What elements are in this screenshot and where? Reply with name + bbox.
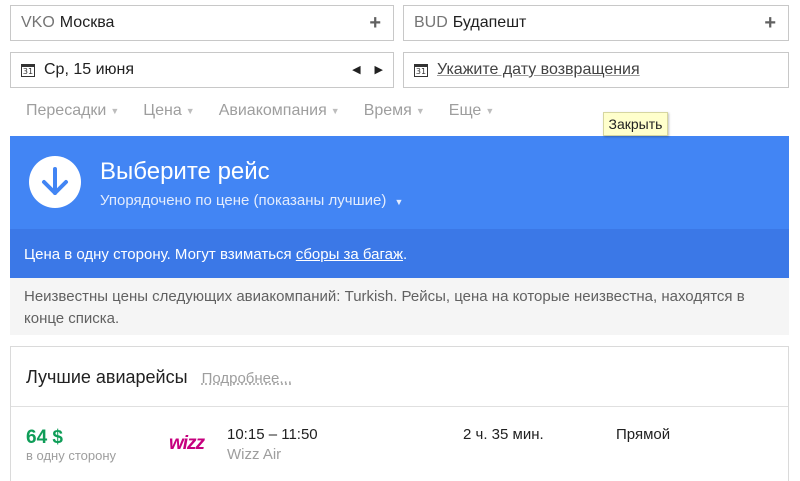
- flight-duration: 2 ч. 35 мин.: [463, 426, 544, 443]
- next-date-arrow-icon[interactable]: ▶: [375, 63, 383, 76]
- price-notice-text: Цена в одну сторону. Могут взиматься: [24, 246, 296, 263]
- caret-down-icon: ▼: [110, 106, 120, 116]
- caret-down-icon: ▼: [394, 197, 404, 207]
- banner-title: Выберите рейс: [100, 158, 270, 185]
- filter-airline[interactable]: Авиакомпания ▼: [219, 102, 340, 120]
- depart-date-field[interactable]: 31 Ср, 15 июня ◀ ▶: [10, 52, 394, 88]
- unknown-prices-notice: Неизвестны цены следующих авиакомпаний: …: [10, 278, 789, 335]
- filter-label: Цена: [143, 102, 182, 119]
- select-flight-banner: Выберите рейс Упорядочено по цене (показ…: [10, 136, 789, 229]
- down-arrow-circle-icon: [29, 156, 81, 208]
- filter-more[interactable]: Еще ▼: [449, 102, 494, 120]
- filter-label: Пересадки: [26, 102, 107, 119]
- add-destination-plus-icon[interactable]: +: [764, 12, 776, 35]
- airline-name: Wizz Air: [227, 446, 282, 463]
- filter-price[interactable]: Цена ▼: [143, 102, 194, 120]
- flight-stops: Прямой: [616, 426, 671, 443]
- prev-date-arrow-icon[interactable]: ◀: [352, 63, 360, 76]
- svg-text:wizz: wizz: [169, 433, 206, 454]
- calendar-icon: 31: [414, 63, 428, 77]
- best-flights-panel: Лучшие авиарейсы Подробнее... 64 $ в одн…: [10, 346, 789, 481]
- flight-times: 10:15 – 11:50: [227, 426, 318, 443]
- baggage-fees-link[interactable]: сборы за багаж: [296, 246, 403, 263]
- filter-time[interactable]: Время ▼: [364, 102, 425, 120]
- add-origin-plus-icon[interactable]: +: [369, 12, 381, 35]
- filter-bar: Пересадки ▼ Цена ▼ Авиакомпания ▼ Время …: [26, 102, 494, 120]
- calendar-icon: 31: [21, 63, 35, 77]
- return-date-placeholder[interactable]: Укажите дату возвращения: [437, 61, 640, 79]
- price-notice: Цена в одну сторону. Могут взиматься сбо…: [10, 229, 789, 278]
- destination-code: BUD: [414, 14, 448, 31]
- origin-code: VKO: [21, 14, 55, 31]
- filter-label: Время: [363, 102, 412, 119]
- caret-down-icon: ▼: [415, 106, 425, 116]
- sort-order-label: Упорядочено по цене (показаны лучшие): [100, 192, 387, 209]
- wizz-air-logo: wizz: [168, 429, 212, 457]
- filter-stops[interactable]: Пересадки ▼: [26, 102, 119, 120]
- return-date-field[interactable]: 31 Укажите дату возвращения: [403, 52, 789, 88]
- caret-down-icon: ▼: [485, 106, 495, 116]
- more-details-link[interactable]: Подробнее...: [202, 370, 292, 387]
- destination-field[interactable]: BUD Будапешт +: [403, 5, 789, 41]
- close-tooltip: Закрыть: [603, 112, 668, 136]
- caret-down-icon: ▼: [330, 106, 340, 116]
- sort-order-dropdown[interactable]: Упорядочено по цене (показаны лучшие) ▼: [100, 192, 403, 209]
- price-note: в одну сторону: [26, 448, 117, 463]
- price-notice-end: .: [403, 246, 408, 263]
- best-flights-title: Лучшие авиарейсы: [26, 367, 188, 387]
- caret-down-icon: ▼: [185, 106, 195, 116]
- flight-price: 64 $: [26, 427, 63, 448]
- filter-label: Еще: [448, 102, 482, 119]
- destination-city: Будапешт: [452, 14, 527, 31]
- origin-city: Москва: [59, 14, 115, 31]
- depart-date: Ср, 15 июня: [44, 61, 135, 78]
- flight-row[interactable]: 64 $ в одну сторону wizz 10:15 – 11:50 W…: [11, 407, 788, 481]
- filter-label: Авиакомпания: [218, 102, 327, 119]
- origin-field[interactable]: VKO Москва +: [10, 5, 394, 41]
